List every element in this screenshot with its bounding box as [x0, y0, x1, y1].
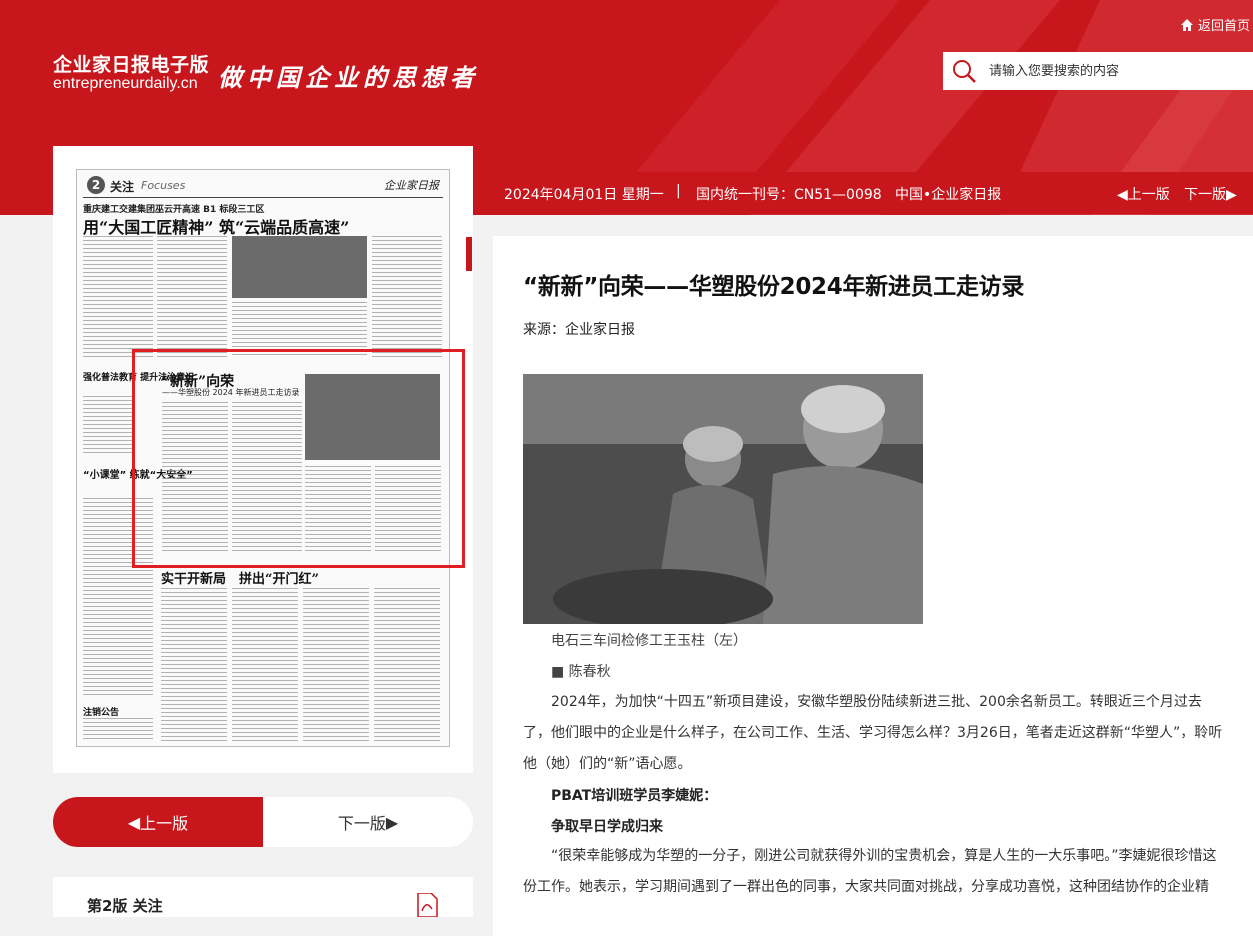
issue-info-bar: 2024年04月01日 星期一 | 国内统一刊号：CN51—0098 中国•企业…	[493, 172, 1253, 214]
notice-title: 注销公告	[83, 708, 120, 718]
text-column	[83, 236, 153, 358]
prev-page-link[interactable]: ◀上一版	[1117, 184, 1170, 204]
text-column	[83, 718, 153, 742]
article-source: 来源：企业家日报	[523, 322, 635, 338]
back-home-label: 返回首页	[1197, 19, 1250, 34]
search-box	[943, 52, 1253, 90]
text-column	[303, 588, 369, 742]
caret-left-icon: ◀	[1117, 187, 1128, 203]
search-input[interactable]	[987, 62, 1241, 80]
article-subheading: PBAT培训班学员李婕妮：	[551, 788, 718, 804]
search-icon[interactable]	[951, 58, 977, 84]
paper-name: 中国•企业家日报	[895, 187, 1002, 203]
caret-left-icon: ◀	[127, 812, 141, 832]
selected-article-hotspot[interactable]	[132, 349, 465, 568]
photo-caption: 电石三车间检修工王玉柱（左）	[551, 633, 747, 649]
slogan: 做中国企业的思想者	[218, 63, 479, 92]
page-photo	[232, 236, 367, 298]
issue-date: 2024年04月01日 星期一	[504, 187, 664, 203]
page-section-label: 关注	[110, 180, 135, 194]
section-list-title[interactable]: 第2版 关注	[87, 895, 163, 916]
text-column	[83, 396, 133, 456]
back-home-link[interactable]: 返回首页	[1180, 15, 1250, 34]
info-separator: |	[676, 183, 681, 199]
page-logo: 企业家日报	[384, 179, 439, 192]
home-icon	[1180, 18, 1193, 31]
section-list: 第2版 关注	[53, 877, 473, 917]
text-column	[157, 236, 227, 358]
page-rule	[83, 197, 443, 198]
article-subheading: 争取早日学成归来	[551, 819, 663, 835]
article-panel: “新新”向荣——华塑股份2024年新进员工走访录 来源：企业家日报 电石三车间检…	[493, 236, 1253, 936]
prev-page-label: 上一版	[1127, 187, 1170, 203]
brand-url: entrepreneurdaily.cn	[53, 75, 198, 92]
prev-page-button[interactable]: ◀ 上一版	[53, 797, 263, 847]
next-page-label: 下一版	[1184, 187, 1226, 203]
brand-title: 企业家日报电子版	[53, 54, 210, 76]
page-section-en: Focuses	[141, 179, 186, 192]
prev-page-button-label: 上一版	[140, 814, 189, 833]
article-photo-art	[523, 374, 923, 629]
page-bottom-headline: 实干开新局 拼出“开门红”	[161, 572, 319, 587]
article-author: ■ 陈春秋	[551, 664, 611, 680]
issn-number: 国内统一刊号：CN51—0098	[696, 187, 882, 203]
pdf-icon[interactable]	[416, 893, 438, 917]
article-photo	[523, 374, 923, 629]
page-top-headline: 用“大国工匠精神” 筑“云端品质高速”	[83, 218, 350, 237]
text-column	[161, 588, 227, 742]
next-page-button-label: 下一版	[337, 814, 386, 833]
caret-right-icon: ▶	[1226, 187, 1237, 203]
article-paragraph: 2024年，为加快“十四五”新项目建设，安徽华塑股份陆续新进三批、200余名新员…	[523, 694, 1223, 772]
next-page-button[interactable]: 下一版 ▶	[263, 797, 473, 847]
caret-right-icon: ▶	[385, 812, 399, 832]
article-paragraph: “很荣幸能够成为华塑的一分子，刚进公司就获得外训的宝贵机会，算是人生的一大乐事吧…	[523, 848, 1217, 895]
page-number-badge: 2	[87, 176, 105, 194]
text-column	[232, 588, 298, 742]
text-column	[374, 588, 440, 742]
article-title: “新新”向荣——华塑股份2024年新进员工走访录	[523, 274, 1025, 300]
page-pager: ◀ 上一版 下一版 ▶	[53, 797, 473, 847]
page-scroll-indicator[interactable]	[466, 237, 472, 271]
text-column	[372, 236, 442, 358]
next-page-link[interactable]: 下一版▶	[1184, 184, 1237, 204]
